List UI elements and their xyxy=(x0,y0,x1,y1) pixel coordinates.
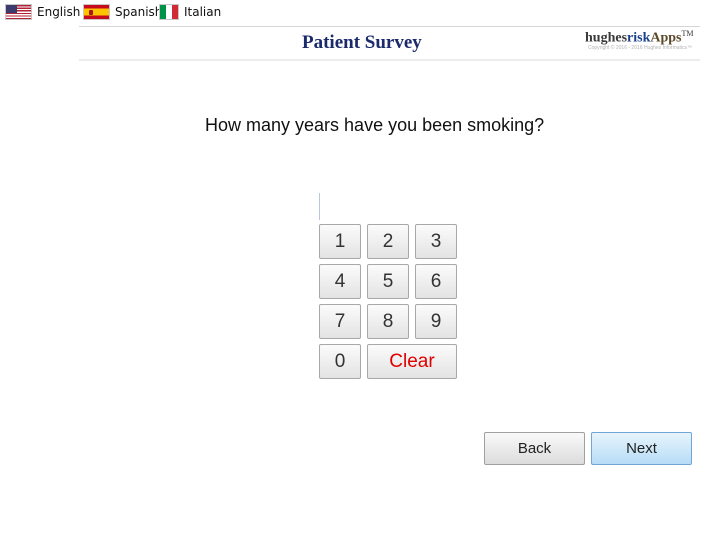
keypad-key-2[interactable]: 2 xyxy=(367,224,409,259)
keypad-key-8[interactable]: 8 xyxy=(367,304,409,339)
next-button[interactable]: Next xyxy=(591,432,692,465)
language-label: Italian xyxy=(184,5,222,19)
keypad-clear-button[interactable]: Clear xyxy=(367,344,457,379)
keypad-key-1[interactable]: 1 xyxy=(319,224,361,259)
keypad-key-5[interactable]: 5 xyxy=(367,264,409,299)
page-title: Patient Survey xyxy=(302,32,422,53)
language-label: Spanish xyxy=(115,5,163,19)
header-divider-top xyxy=(79,26,700,27)
question-text: How many years have you been smoking? xyxy=(205,115,545,135)
keypad-key-6[interactable]: 6 xyxy=(415,264,457,299)
brand-copyright: Copyright © 2016 - 2016 Hughes Informati… xyxy=(588,45,693,51)
keypad-key-7[interactable]: 7 xyxy=(319,304,361,339)
language-english[interactable]: English xyxy=(5,4,80,20)
keypad-key-9[interactable]: 9 xyxy=(415,304,457,339)
language-label: English xyxy=(37,5,81,19)
language-italian[interactable]: Italian xyxy=(159,4,221,20)
keypad-key-0[interactable]: 0 xyxy=(319,344,361,379)
back-button[interactable]: Back xyxy=(484,432,585,465)
keypad-key-3[interactable]: 3 xyxy=(415,224,457,259)
spain-flag-icon xyxy=(83,4,110,20)
italy-flag-icon xyxy=(159,4,179,20)
us-flag-icon xyxy=(5,4,32,20)
language-spanish[interactable]: Spanish xyxy=(83,4,162,20)
header-divider-bottom xyxy=(79,59,700,61)
keypad-key-4[interactable]: 4 xyxy=(319,264,361,299)
years-input[interactable] xyxy=(319,193,457,220)
brand-logo: hughesriskAppsTM xyxy=(585,29,694,46)
